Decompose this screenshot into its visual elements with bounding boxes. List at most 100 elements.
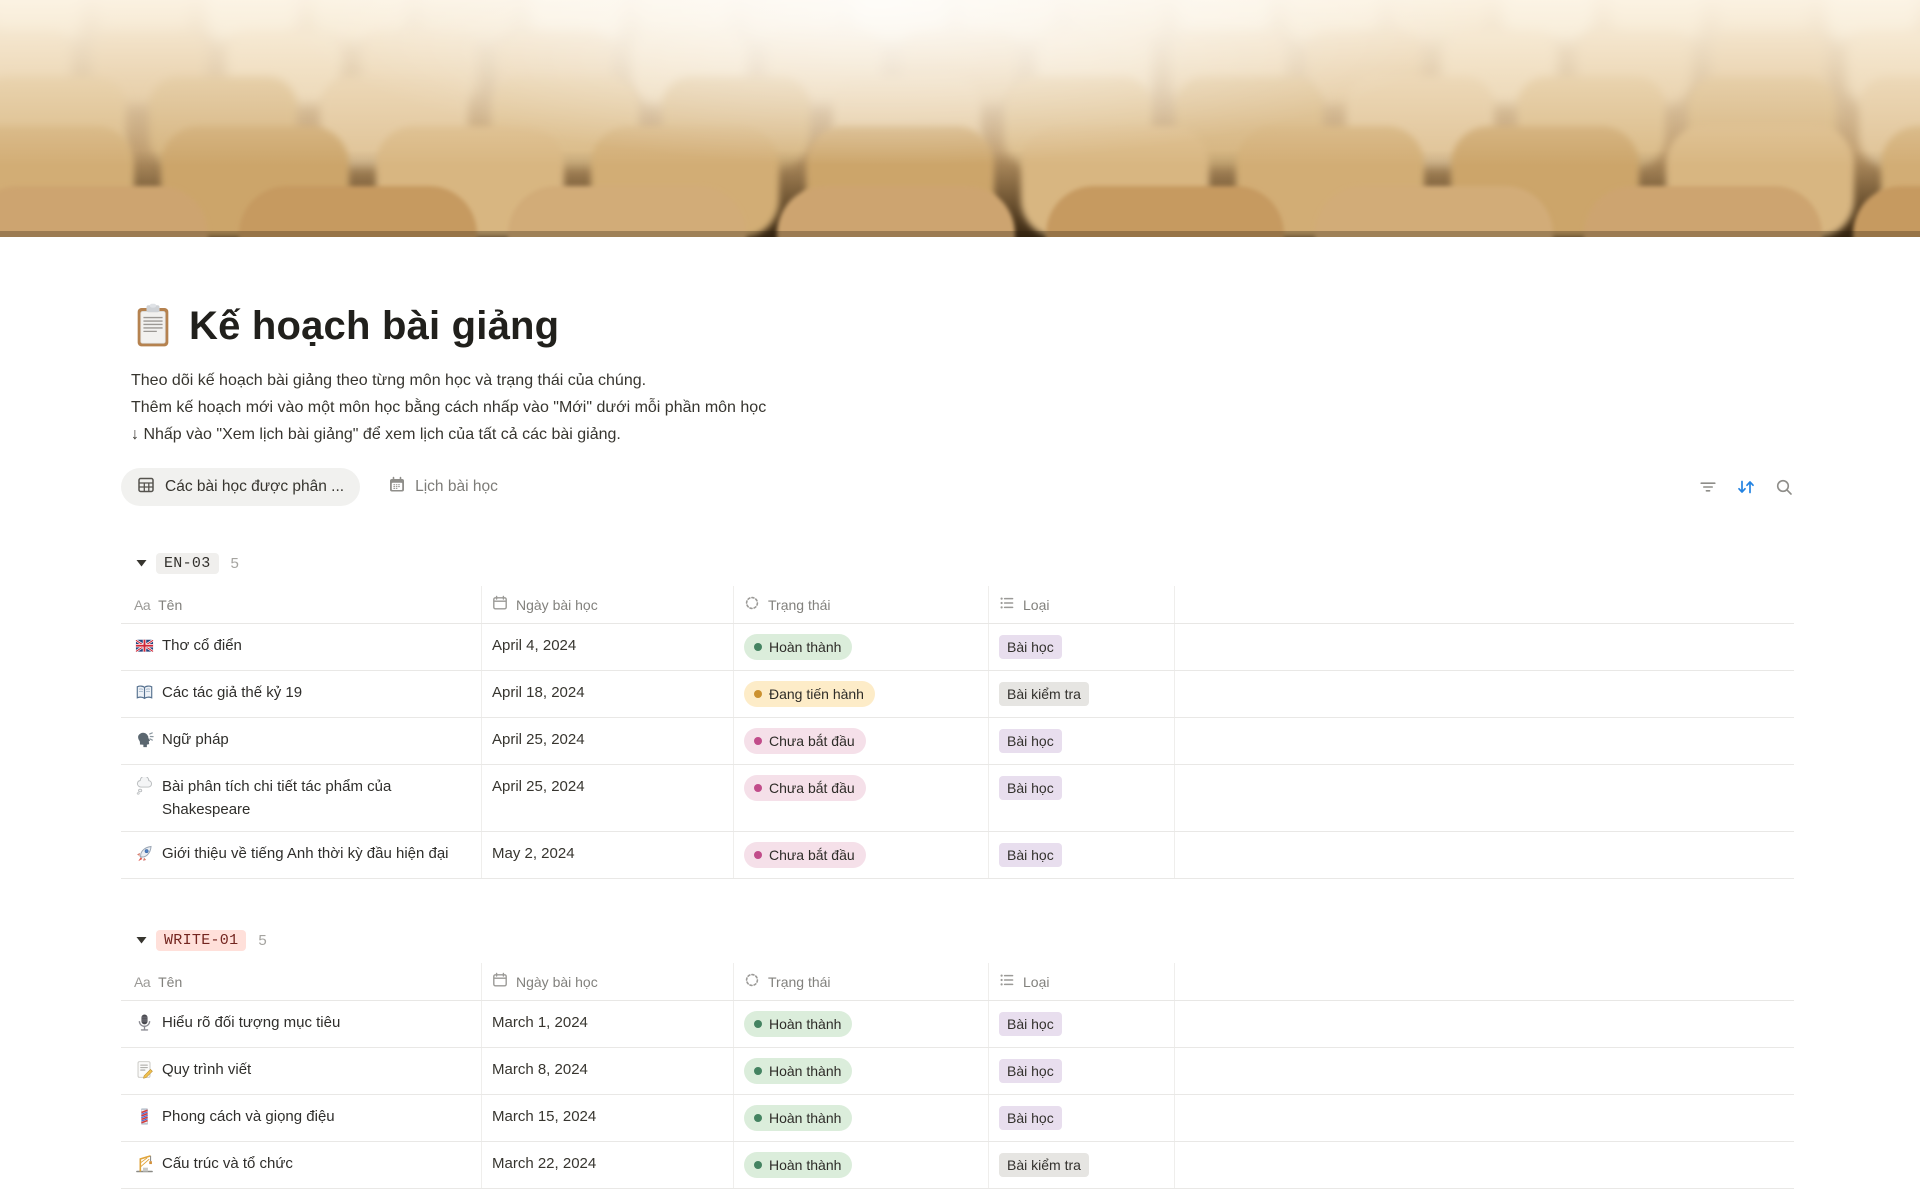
lesson-type-cell[interactable]: Bài học — [989, 718, 1175, 764]
lesson-type-cell[interactable]: Bài học — [989, 1095, 1175, 1141]
column-header-date[interactable]: Ngày bài học — [482, 586, 734, 623]
calendar-icon — [492, 972, 508, 991]
status-badge[interactable]: Hoàn thành — [744, 634, 852, 660]
calendar-icon — [492, 595, 508, 614]
page-title-block[interactable]: Kế hoạch bài giảng — [130, 300, 1794, 352]
type-badge[interactable]: Bài kiểm tra — [999, 1153, 1089, 1177]
status-dot-icon — [754, 1067, 762, 1075]
lesson-type-cell[interactable]: Bài học — [989, 1001, 1175, 1047]
group-pill[interactable]: EN-03 — [156, 553, 219, 574]
column-header-status[interactable]: Trạng thái — [734, 586, 989, 623]
lesson-name-cell[interactable]: Cấu trúc và tổ chức — [121, 1142, 482, 1188]
lesson-group: WRITE-01 5 AaTên Ngày bài học Trạng thái… — [121, 917, 1794, 1189]
column-header-status[interactable]: Trạng thái — [734, 963, 989, 1000]
page-title[interactable]: Kế hoạch bài giảng — [189, 304, 559, 349]
status-badge[interactable]: Chưa bắt đầu — [744, 728, 866, 754]
table-row[interactable]: Ngữ pháp April 25, 2024 Chưa bắt đầu Bài… — [121, 718, 1794, 765]
type-badge[interactable]: Bài học — [999, 1012, 1062, 1036]
lesson-type-cell[interactable]: Bài học — [989, 832, 1175, 878]
group-pill[interactable]: WRITE-01 — [156, 930, 246, 951]
lesson-status-cell[interactable]: Chưa bắt đầu — [734, 832, 989, 878]
lesson-status-cell[interactable]: Hoàn thành — [734, 1095, 989, 1141]
lesson-status-cell[interactable]: Hoàn thành — [734, 1142, 989, 1188]
lesson-status-cell[interactable]: Hoàn thành — [734, 624, 989, 670]
lesson-type-cell[interactable]: Bài học — [989, 765, 1175, 831]
group-toggle-chevron-icon[interactable] — [134, 557, 149, 569]
text-type-icon: Aa — [134, 597, 150, 613]
lesson-type-cell[interactable]: Bài kiểm tra — [989, 1142, 1175, 1188]
table-row[interactable]: Hiểu rõ đối tượng mục tiêu March 1, 2024… — [121, 1001, 1794, 1048]
type-badge[interactable]: Bài học — [999, 843, 1062, 867]
status-dot-icon — [754, 643, 762, 651]
lesson-icon — [134, 634, 154, 655]
lesson-status-cell[interactable]: Hoàn thành — [734, 1048, 989, 1094]
filter-icon[interactable] — [1698, 477, 1718, 497]
column-header-name[interactable]: AaTên — [121, 586, 482, 623]
type-badge[interactable]: Bài học — [999, 1106, 1062, 1130]
lesson-name-cell[interactable]: Các tác giả thế kỷ 19 — [121, 671, 482, 717]
empty-cell — [1175, 1001, 1794, 1047]
status-badge[interactable]: Hoàn thành — [744, 1011, 852, 1037]
lesson-status-cell[interactable]: Chưa bắt đầu — [734, 718, 989, 764]
group-toggle-chevron-icon[interactable] — [134, 934, 149, 946]
status-badge[interactable]: Chưa bắt đầu — [744, 842, 866, 868]
lesson-date-cell[interactable]: March 22, 2024 — [482, 1142, 734, 1188]
lesson-name-cell[interactable]: Phong cách và giọng điệu — [121, 1095, 482, 1141]
column-header-type[interactable]: Loại — [989, 586, 1175, 623]
description-line[interactable]: Theo dõi kế hoạch bài giảng theo từng mô… — [131, 367, 1794, 394]
type-badge[interactable]: Bài học — [999, 635, 1062, 659]
table-row[interactable]: Thơ cổ điển April 4, 2024 Hoàn thành Bài… — [121, 624, 1794, 671]
lesson-name-cell[interactable]: Ngữ pháp — [121, 718, 482, 764]
lesson-date-cell[interactable]: May 2, 2024 — [482, 832, 734, 878]
table-row[interactable]: Bài phân tích chi tiết tác phẩm của Shak… — [121, 765, 1794, 832]
lesson-status-cell[interactable]: Hoàn thành — [734, 1001, 989, 1047]
table-row[interactable]: Phong cách và giọng điệu March 15, 2024 … — [121, 1095, 1794, 1142]
column-header-type[interactable]: Loại — [989, 963, 1175, 1000]
table-row[interactable]: Giới thiệu về tiếng Anh thời kỳ đầu hiện… — [121, 832, 1794, 879]
tab-assigned-lessons[interactable]: Các bài học được phân ... — [121, 468, 360, 506]
lesson-date-cell[interactable]: March 8, 2024 — [482, 1048, 734, 1094]
lesson-date-cell[interactable]: April 4, 2024 — [482, 624, 734, 670]
lesson-date-cell[interactable]: April 18, 2024 — [482, 671, 734, 717]
table-row[interactable]: Các tác giả thế kỷ 19 April 18, 2024 Đan… — [121, 671, 1794, 718]
lesson-name-cell[interactable]: Quy trình viết — [121, 1048, 482, 1094]
column-header-name[interactable]: AaTên — [121, 963, 482, 1000]
tab-lesson-calendar[interactable]: Lịch bài học — [388, 476, 498, 499]
lesson-group: EN-03 5 AaTên Ngày bài học Trạng thái Lo… — [121, 540, 1794, 879]
lesson-status-cell[interactable]: Đang tiến hành — [734, 671, 989, 717]
table-row[interactable]: Cấu trúc và tổ chức March 22, 2024 Hoàn … — [121, 1142, 1794, 1189]
description-line[interactable]: ↓ Nhấp vào "Xem lịch bài giảng" để xem l… — [131, 421, 1794, 448]
lesson-name-cell[interactable]: Hiểu rõ đối tượng mục tiêu — [121, 1001, 482, 1047]
status-badge[interactable]: Hoàn thành — [744, 1105, 852, 1131]
lesson-type-cell[interactable]: Bài kiểm tra — [989, 671, 1175, 717]
table-row[interactable]: Quy trình viết March 8, 2024 Hoàn thành … — [121, 1048, 1794, 1095]
page-description[interactable]: Theo dõi kế hoạch bài giảng theo từng mô… — [131, 367, 1794, 448]
type-badge[interactable]: Bài học — [999, 1059, 1062, 1083]
column-header-date[interactable]: Ngày bài học — [482, 963, 734, 1000]
type-badge[interactable]: Bài kiểm tra — [999, 682, 1089, 706]
status-badge[interactable]: Hoàn thành — [744, 1058, 852, 1084]
search-icon[interactable] — [1774, 477, 1794, 497]
lesson-name-cell[interactable]: Giới thiệu về tiếng Anh thời kỳ đầu hiện… — [121, 832, 482, 878]
status-badge[interactable]: Đang tiến hành — [744, 681, 875, 707]
column-header-empty — [1175, 963, 1794, 1000]
lesson-name-cell[interactable]: Thơ cổ điển — [121, 624, 482, 670]
lesson-date-cell[interactable]: March 15, 2024 — [482, 1095, 734, 1141]
table-header-row: AaTên Ngày bài học Trạng thái Loại — [121, 586, 1794, 624]
sort-icon[interactable] — [1735, 476, 1757, 498]
page-cover-image — [0, 0, 1920, 237]
type-badge[interactable]: Bài học — [999, 776, 1062, 800]
lesson-name: Cấu trúc và tổ chức — [162, 1152, 293, 1175]
type-badge[interactable]: Bài học — [999, 729, 1062, 753]
lesson-type-cell[interactable]: Bài học — [989, 624, 1175, 670]
lesson-date-cell[interactable]: April 25, 2024 — [482, 718, 734, 764]
description-line[interactable]: Thêm kế hoạch mới vào một môn học bằng c… — [131, 394, 1794, 421]
lesson-date-cell[interactable]: April 25, 2024 — [482, 765, 734, 831]
status-badge[interactable]: Chưa bắt đầu — [744, 775, 866, 801]
lesson-type-cell[interactable]: Bài học — [989, 1048, 1175, 1094]
status-badge[interactable]: Hoàn thành — [744, 1152, 852, 1178]
empty-cell — [1175, 765, 1794, 831]
lesson-status-cell[interactable]: Chưa bắt đầu — [734, 765, 989, 831]
lesson-name-cell[interactable]: Bài phân tích chi tiết tác phẩm của Shak… — [121, 765, 482, 831]
lesson-date-cell[interactable]: March 1, 2024 — [482, 1001, 734, 1047]
